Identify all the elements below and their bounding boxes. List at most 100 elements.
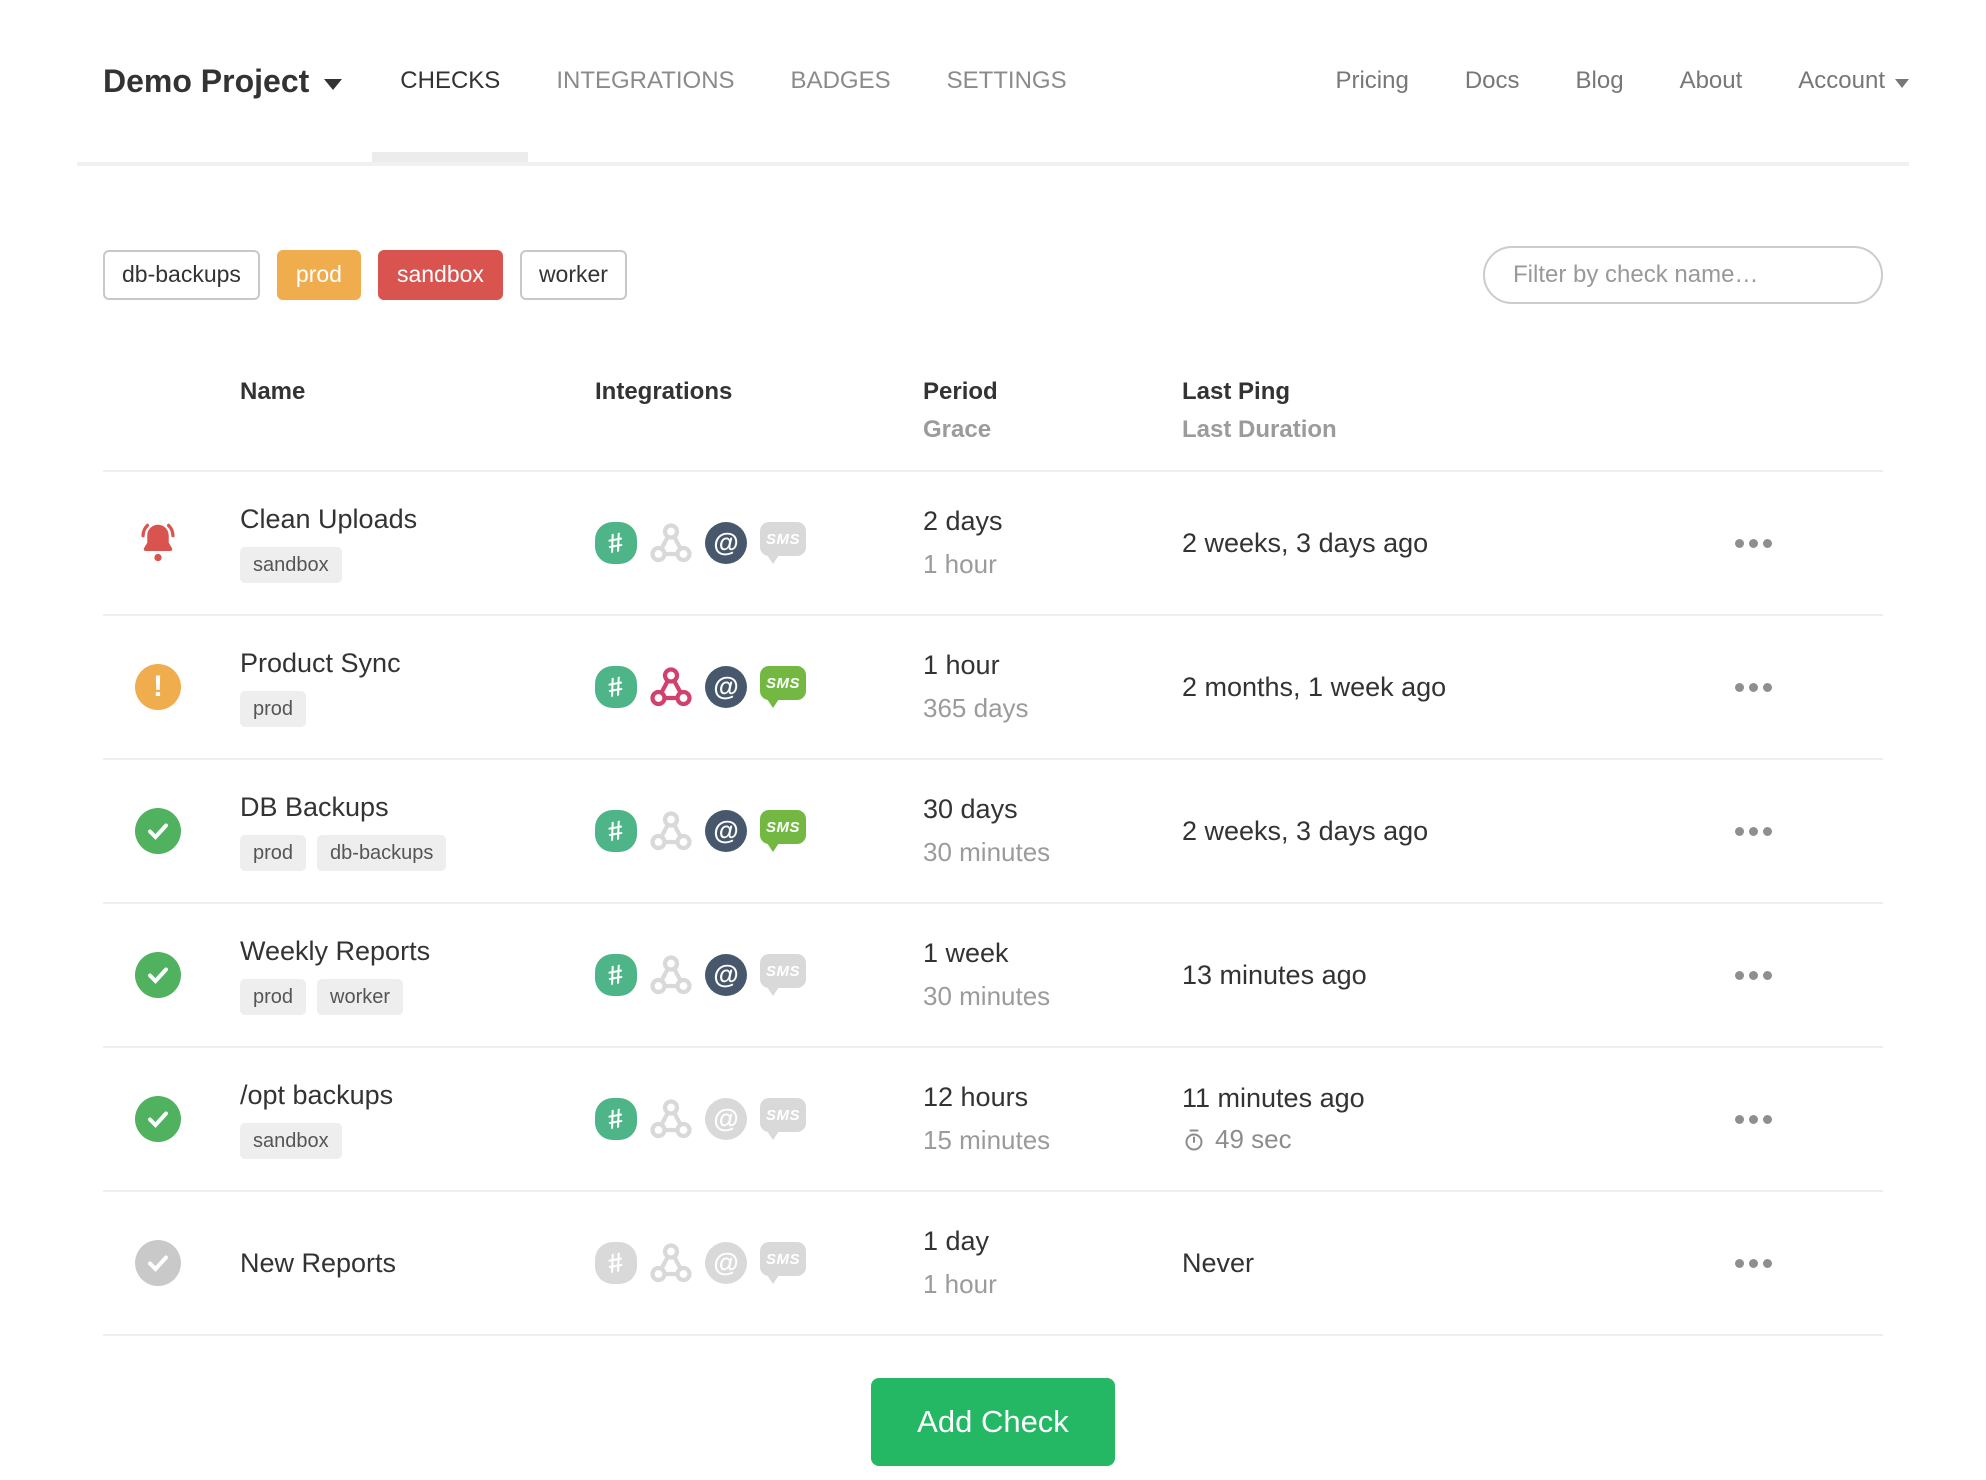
sms-label-glyph: SMS xyxy=(765,530,800,548)
integration-icons: # @ SMS xyxy=(595,522,923,564)
slack-hash-glyph: # xyxy=(605,526,626,559)
site-link-docs[interactable]: Docs xyxy=(1437,67,1548,95)
grace-value: 30 minutes xyxy=(923,837,1051,867)
check-tag: prod xyxy=(240,834,307,871)
check-tags: sandbox xyxy=(240,1122,595,1159)
check-tags: prod worker xyxy=(240,978,595,1015)
last-duration-value: 49 sec xyxy=(1215,1124,1292,1154)
check-integrations-cell: # @ SMS xyxy=(595,666,923,708)
late-warning-icon: ! xyxy=(135,664,181,710)
slack-hash-glyph: # xyxy=(605,1102,626,1135)
status-new-icon xyxy=(135,1240,181,1286)
integration-icons: # @ SMS xyxy=(595,954,923,996)
row-menu-button[interactable] xyxy=(1735,677,1883,698)
slack-icon: # xyxy=(595,522,637,564)
tag-filter-sandbox[interactable]: sandbox xyxy=(377,250,503,300)
site-links: Pricing Docs Blog About xyxy=(1307,67,1770,95)
site-link-about[interactable]: About xyxy=(1652,67,1771,95)
slack-icon: # xyxy=(595,666,637,708)
check-row[interactable]: New Reports # @ SMS 1 day 1 hour Never xyxy=(103,1192,1883,1336)
period-value: 1 day xyxy=(923,1226,990,1256)
check-row[interactable]: ! Product Sync prod # @ SMS 1 hour 365 days 2 mo… xyxy=(103,616,1883,760)
tag-filter-db-backups[interactable]: db-backups xyxy=(103,250,260,300)
last-duration: 49 sec xyxy=(1182,1124,1735,1155)
sms-label-glyph: SMS xyxy=(765,674,800,692)
chevron-down-icon xyxy=(324,78,343,90)
row-menu-button[interactable] xyxy=(1735,1109,1883,1130)
last-duration-column-header: Last Duration xyxy=(1182,416,1337,443)
tag-filter-worker[interactable]: worker xyxy=(519,250,627,300)
slack-icon: # xyxy=(595,810,637,852)
check-last-ping-cell: 11 minutes ago 49 sec xyxy=(1182,1083,1735,1155)
project-switcher[interactable]: Demo Project xyxy=(103,63,343,100)
tag-filters: db-backups prod sandbox worker xyxy=(103,250,627,300)
row-menu-button[interactable] xyxy=(1735,1253,1883,1274)
add-check-button[interactable]: Add Check xyxy=(871,1378,1115,1466)
check-tags: prod db-backups xyxy=(240,834,595,871)
grace-value: 1 hour xyxy=(923,1269,997,1299)
check-period-cell: 1 day 1 hour xyxy=(923,1226,1182,1300)
grace-value: 30 minutes xyxy=(923,981,1051,1011)
account-label: Account xyxy=(1798,67,1885,94)
check-name[interactable]: DB Backups xyxy=(240,791,595,823)
check-name[interactable]: New Reports xyxy=(240,1247,595,1279)
check-name-cell: Weekly Reports prod worker xyxy=(240,935,595,1015)
check-name[interactable]: /opt backups xyxy=(240,1079,595,1111)
tab-checks[interactable]: CHECKS xyxy=(372,0,529,162)
site-link-blog[interactable]: Blog xyxy=(1548,67,1652,95)
check-period-cell: 2 days 1 hour xyxy=(923,506,1182,580)
row-menu-button[interactable] xyxy=(1735,821,1883,842)
slack-hash-glyph: # xyxy=(605,1246,626,1279)
webhook-icon xyxy=(650,666,692,708)
slack-hash-glyph: # xyxy=(605,814,626,847)
check-name[interactable]: Weekly Reports xyxy=(240,935,595,967)
check-row[interactable]: Weekly Reports prod worker # @ SMS 1 week 30 mi… xyxy=(103,904,1883,1048)
last-ping-value: 2 months, 1 week ago xyxy=(1182,671,1447,702)
tag-filter-prod[interactable]: prod xyxy=(276,250,361,300)
check-status-cell xyxy=(103,808,240,854)
sms-label-glyph: SMS xyxy=(765,1250,800,1268)
integration-icons: # @ SMS xyxy=(595,666,923,708)
email-at-glyph: @ xyxy=(713,1246,739,1277)
tab-badges[interactable]: BADGES xyxy=(763,0,919,162)
row-menu-button[interactable] xyxy=(1735,965,1883,986)
status-ok-icon xyxy=(135,1096,181,1142)
project-tabs: CHECKS INTEGRATIONS BADGES SETTINGS xyxy=(372,0,1094,162)
slack-hash-glyph: # xyxy=(605,958,626,991)
check-menu-cell xyxy=(1735,1253,1883,1274)
integration-icons: # @ SMS xyxy=(595,1098,923,1140)
check-name[interactable]: Clean Uploads xyxy=(240,503,595,535)
check-integrations-cell: # @ SMS xyxy=(595,1242,923,1284)
bell-icon xyxy=(141,523,175,562)
row-menu-button[interactable] xyxy=(1735,533,1883,554)
check-row[interactable]: /opt backups sandbox # @ SMS 12 hours 15 minut… xyxy=(103,1048,1883,1192)
sms-icon: SMS xyxy=(760,1098,806,1140)
check-status-cell xyxy=(103,952,240,998)
email-at-glyph: @ xyxy=(713,670,739,701)
last-ping-column-header: Last Ping xyxy=(1182,378,1291,405)
tab-settings[interactable]: SETTINGS xyxy=(919,0,1095,162)
period-value: 1 week xyxy=(923,938,1009,968)
top-navbar: Demo Project CHECKS INTEGRATIONS BADGES SET… xyxy=(0,0,1986,166)
integrations-column-header: Integrations xyxy=(595,378,733,405)
check-menu-cell xyxy=(1735,821,1883,842)
check-last-ping-cell: 2 weeks, 3 days ago xyxy=(1182,528,1735,559)
check-period-cell: 12 hours 15 minutes xyxy=(923,1082,1182,1156)
check-row[interactable]: Clean Uploads sandbox # @ SMS 2 days 1 hour 2 w… xyxy=(103,472,1883,616)
check-name-filter-input[interactable] xyxy=(1483,246,1883,304)
email-at-glyph: @ xyxy=(713,526,739,557)
site-link-pricing[interactable]: Pricing xyxy=(1307,67,1436,95)
period-value: 30 days xyxy=(923,794,1018,824)
check-integrations-cell: # @ SMS xyxy=(595,810,923,852)
check-last-ping-cell: 2 weeks, 3 days ago xyxy=(1182,816,1735,847)
alert-bell-icon xyxy=(135,520,181,566)
check-name[interactable]: Product Sync xyxy=(240,647,595,679)
sms-icon: SMS xyxy=(760,954,806,996)
check-menu-cell xyxy=(1735,677,1883,698)
grace-value: 365 days xyxy=(923,693,1029,723)
check-status-cell xyxy=(103,520,240,566)
period-column-header: Period xyxy=(923,378,998,405)
tab-integrations[interactable]: INTEGRATIONS xyxy=(528,0,762,162)
account-menu[interactable]: Account xyxy=(1770,67,1909,95)
check-row[interactable]: DB Backups prod db-backups # @ SMS 30 days 30 m… xyxy=(103,760,1883,904)
